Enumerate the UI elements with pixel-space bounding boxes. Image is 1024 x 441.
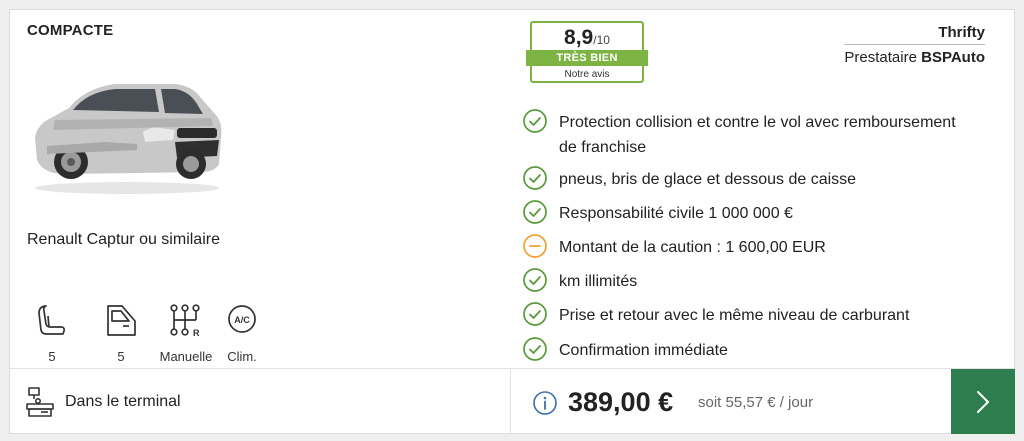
inclusion-item: Responsabilité civile 1 000 000 € (522, 199, 992, 227)
car-model-name: Renault Captur ou similaire (27, 231, 220, 248)
terminal-desk-icon (26, 387, 54, 417)
minus-circle-icon (523, 234, 547, 258)
rating-label: TRÈS BIEN (526, 50, 648, 66)
check-circle-icon (523, 200, 547, 224)
chevron-right-icon (977, 390, 989, 413)
feature-ac: A/C Clim. (212, 303, 272, 364)
supplier-name: Thrifty (844, 24, 985, 45)
inclusion-text: Responsabilité civile 1 000 000 € (559, 205, 793, 222)
inclusion-text: Montant de la caution : 1 600,00 EUR (559, 239, 826, 256)
footer-divider (10, 368, 1014, 369)
inclusion-item: Prise et retour avec le même niveau de c… (522, 301, 992, 329)
feature-seats: 5 (22, 303, 82, 364)
supplier-info: Thrifty Prestataire BSPAuto (844, 24, 985, 66)
inclusion-item: Confirmation immédiate (522, 336, 992, 364)
feature-transmission: R Manuelle (156, 303, 216, 364)
seat-icon (38, 305, 66, 335)
check-circle-icon (523, 337, 547, 361)
provider-name: BSPAuto (921, 49, 985, 66)
pickup-label: Dans le terminal (65, 393, 181, 410)
svg-text:A/C: A/C (234, 315, 250, 325)
check-circle-icon (523, 166, 547, 190)
inclusion-text: km illimités (559, 273, 638, 290)
door-icon (107, 305, 136, 336)
car-image (35, 84, 222, 194)
offer-card[interactable]: COMPACTE Renault Captur ou similaire 5 5 (9, 9, 1015, 434)
price-per-day: soit 55,57 € / jour (698, 394, 814, 411)
rating-scale: /10 (593, 33, 610, 47)
ac-icon: A/C (228, 305, 256, 333)
rating-sublabel: Notre avis (564, 69, 610, 80)
check-circle-icon (523, 268, 547, 292)
check-circle-icon (523, 302, 547, 326)
car-category: COMPACTE (27, 22, 114, 39)
inclusion-text: Prise et retour avec le même niveau de c… (559, 307, 910, 324)
transmission-type: Manuelle (159, 349, 213, 364)
seats-count: 5 (48, 349, 56, 364)
inclusion-text: pneus, bris de glace et dessous de caiss… (559, 171, 857, 188)
inclusion-item: pneus, bris de glace et dessous de caiss… (522, 165, 992, 193)
inclusion-item: km illimités (522, 267, 992, 295)
rating-score: 8,9/10 (564, 26, 610, 49)
ac-label: Clim. (227, 349, 257, 364)
inclusion-text: Confirmation immédiate (559, 342, 728, 359)
gearbox-icon: R (170, 304, 200, 338)
inclusion-item: Protection collision et contre le vol av… (522, 108, 992, 160)
inclusion-text: Protection collision et contre le vol av… (559, 114, 956, 156)
footer-vertical-divider (510, 369, 511, 434)
svg-text:R: R (193, 328, 200, 338)
inclusion-item-warning: Montant de la caution : 1 600,00 EUR (522, 233, 992, 261)
check-circle-icon (523, 109, 547, 133)
provider-line: Prestataire BSPAuto (844, 49, 985, 66)
info-icon[interactable] (532, 390, 558, 416)
feature-doors: 5 (91, 303, 151, 364)
select-offer-button[interactable] (951, 369, 1015, 434)
doors-count: 5 (117, 349, 125, 364)
rating-badge: 8,9/10 TRÈS BIEN Notre avis (526, 21, 648, 83)
total-price: 389,00 € (568, 387, 674, 417)
